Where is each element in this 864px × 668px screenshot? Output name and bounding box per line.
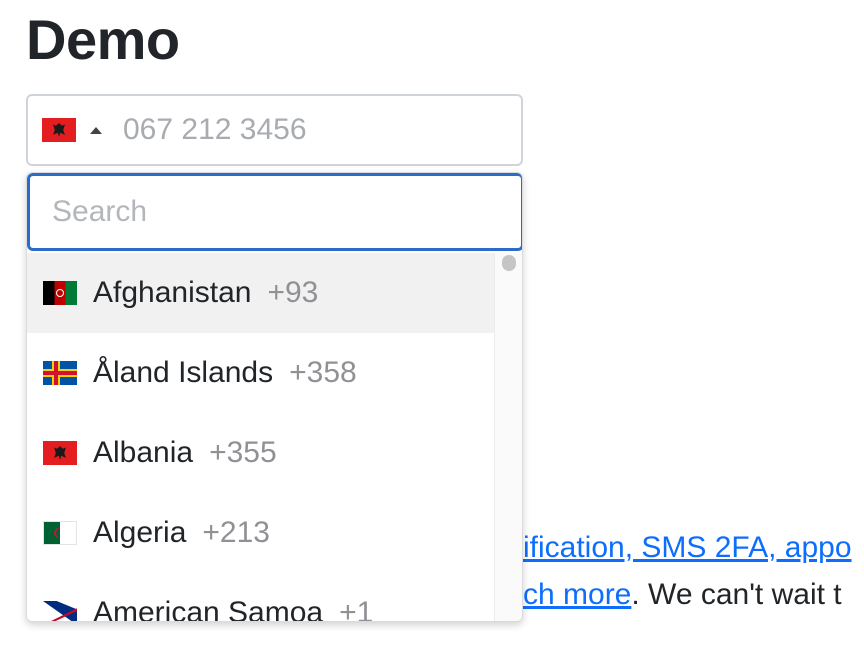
much-more-link[interactable]: ch more — [523, 578, 631, 611]
aland-flag-icon — [43, 361, 77, 385]
country-option-aland-islands[interactable]: Åland Islands +358 — [27, 333, 494, 413]
scrollbar-thumb[interactable] — [502, 255, 516, 271]
country-option-albania[interactable]: Albania +355 — [27, 413, 494, 493]
country-name: American Samoa — [93, 596, 324, 622]
dropdown-scrollbar[interactable] — [494, 253, 522, 621]
country-search-input[interactable] — [27, 173, 522, 251]
country-option-algeria[interactable]: Algeria +213 — [27, 493, 494, 573]
afghanistan-flag-icon — [43, 281, 77, 305]
page-title: Demo — [26, 8, 180, 71]
dial-code: +355 — [209, 436, 277, 469]
caret-up-icon — [90, 127, 102, 134]
country-list: Afghanistan +93 Åland Islands +358 Alban… — [27, 253, 494, 622]
country-selector-button[interactable] — [42, 110, 112, 150]
country-option-afghanistan[interactable]: Afghanistan +93 — [27, 253, 494, 333]
country-option-american-samoa[interactable]: American Samoa +1 — [27, 573, 494, 622]
phone-number-field[interactable] — [123, 106, 503, 154]
country-name: Åland Islands — [93, 356, 274, 389]
dial-code: +213 — [202, 516, 270, 549]
features-link[interactable]: ification, SMS 2FA, appo — [523, 531, 852, 564]
albania-flag-icon — [43, 441, 77, 465]
body-text-continuation: . We can't wait t — [631, 578, 842, 611]
country-name: Albania — [93, 436, 194, 469]
phone-input — [26, 94, 523, 166]
country-dropdown: Afghanistan +93 Åland Islands +358 Alban… — [26, 172, 523, 622]
dial-code: +93 — [267, 276, 319, 309]
american-samoa-flag-icon — [43, 601, 77, 621]
albania-flag-icon — [42, 118, 76, 142]
country-name: Afghanistan — [93, 276, 252, 309]
dial-code: +1 — [339, 596, 374, 622]
dial-code: +358 — [289, 356, 357, 389]
algeria-flag-icon — [43, 521, 77, 545]
country-name: Algeria — [93, 516, 187, 549]
